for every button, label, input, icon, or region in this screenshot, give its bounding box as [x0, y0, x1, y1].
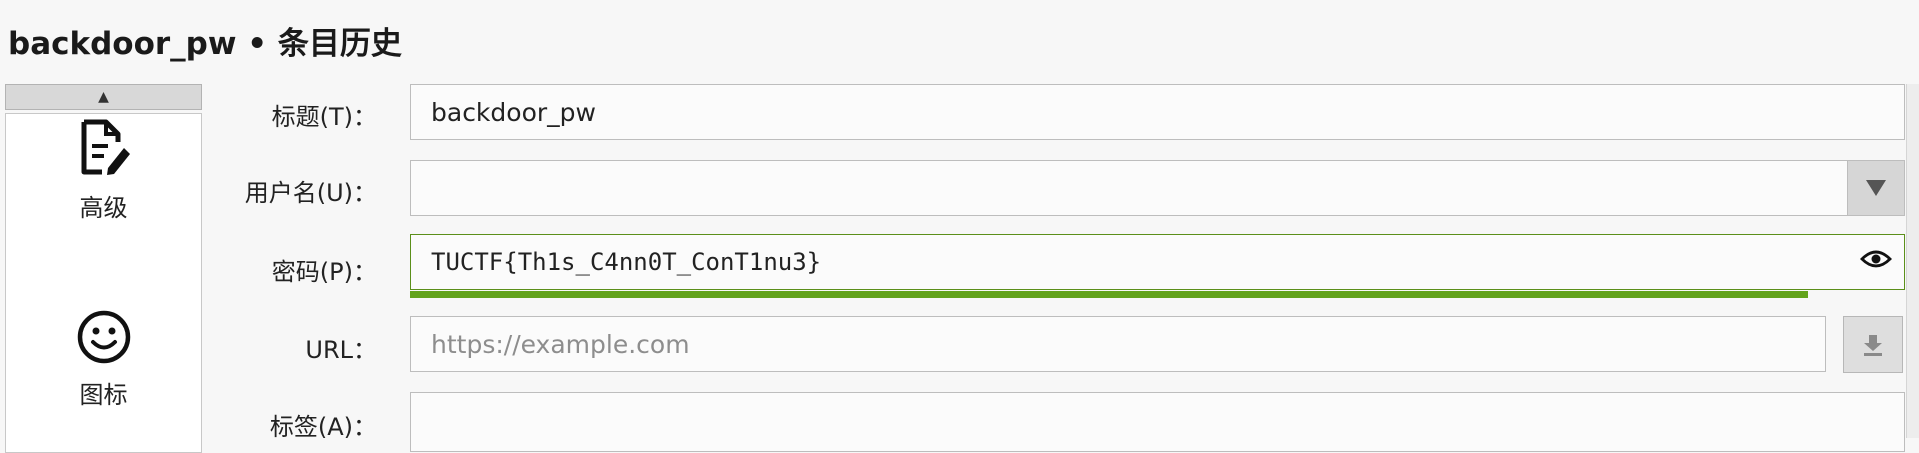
sidebar-item-advanced[interactable]: 高级: [6, 118, 201, 223]
username-field[interactable]: [410, 160, 1905, 216]
tags-field[interactable]: [410, 392, 1905, 452]
url-label: URL：: [305, 336, 377, 364]
title-field[interactable]: backdoor_pw: [410, 84, 1905, 140]
password-field[interactable]: TUCTF{Th1s_C4nn0T_ConT1nu3}: [410, 234, 1905, 290]
sidebar-item-label: 高级: [79, 194, 128, 222]
password-strength-bar: [410, 291, 1808, 298]
tags-label: 标签(A)：: [269, 413, 377, 441]
url-placeholder: https://example.com: [431, 329, 690, 359]
show-password-icon[interactable]: [1860, 248, 1892, 276]
username-dropdown-button[interactable]: [1847, 161, 1904, 215]
sidebar-scroll-up-button[interactable]: ▲: [5, 84, 202, 110]
title-label: 标题(T)：: [271, 103, 377, 131]
url-field[interactable]: https://example.com: [410, 316, 1826, 372]
scroll-up-arrow-icon: ▲: [98, 89, 109, 105]
window-title: backdoor_pw • 条目历史: [8, 26, 402, 62]
download-icon: [1864, 334, 1882, 356]
download-favicon-button[interactable]: [1843, 316, 1903, 373]
password-label: 密码(P)：: [271, 258, 377, 286]
sidebar-item-label: 图标: [79, 381, 128, 409]
form-scrollbar[interactable]: [1906, 84, 1919, 438]
sidebar-item-icon[interactable]: 图标: [6, 309, 201, 410]
chevron-down-icon: [1866, 180, 1886, 196]
document-edit-icon: [81, 119, 130, 175]
password-value: TUCTF{Th1s_C4nn0T_ConT1nu3}: [431, 248, 822, 276]
title-value: backdoor_pw: [431, 97, 596, 127]
username-label: 用户名(U)：: [244, 179, 377, 207]
category-sidebar: 高级 图标: [5, 113, 202, 453]
smiley-icon: [77, 310, 130, 364]
